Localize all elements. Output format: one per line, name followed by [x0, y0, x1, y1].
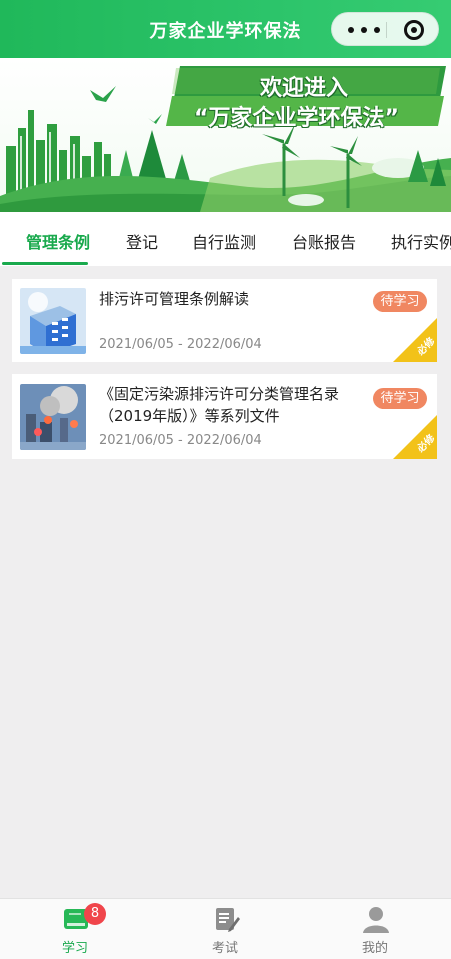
miniprogram-capsule [331, 12, 439, 46]
app-header: 万家企业学环保法 [0, 0, 451, 58]
welcome-banner[interactable]: 欢迎进入 “万家企业学环保法” [0, 58, 451, 212]
nav-exam-label: 考试 [211, 941, 238, 956]
bottom-tab-bar: 8 学习 考试 我的 [0, 898, 451, 959]
course-card[interactable]: 排污许可管理条例解读 2021/06/05 - 2022/06/04 待学习 必… [12, 279, 437, 362]
required-ribbon: 必修 [393, 415, 437, 459]
tab-registration[interactable]: 登记 [126, 229, 158, 253]
building-document-icon [20, 288, 86, 354]
tab-ledger-report[interactable]: 台账报告 [292, 229, 356, 253]
course-date-range: 2021/06/05 - 2022/06/04 [99, 433, 262, 448]
category-tabs: 管理条例 登记 自行监测 台账报告 执行实例 [0, 212, 451, 266]
exam-edit-icon [212, 905, 240, 933]
nav-study-label: 学习 [61, 941, 88, 956]
course-title: 排污许可管理条例解读 [99, 290, 250, 308]
course-date-range: 2021/06/05 - 2022/06/04 [99, 337, 262, 352]
banner-program-name: “万家企业学环保法” [194, 106, 399, 131]
banner-title: 欢迎进入 “万家企业学环保法” [172, 66, 446, 136]
status-badge: 待学习 [373, 388, 427, 409]
nav-profile-label: 我的 [361, 941, 388, 956]
pollution-factory-icon [20, 384, 86, 450]
nav-exam[interactable]: 考试 [150, 899, 300, 959]
nav-profile[interactable]: 我的 [300, 899, 450, 959]
banner-welcome-text: 欢迎进入 [260, 76, 349, 101]
active-tab-indicator [2, 262, 88, 265]
tab-management-regulations[interactable]: 管理条例 [26, 229, 90, 253]
nav-study[interactable]: 8 学习 [0, 899, 150, 959]
capsule-divider [386, 22, 387, 38]
status-badge: 待学习 [373, 291, 427, 312]
course-title: 《固定污染源排污许可分类管理名录（2019年版）》等系列文件 [99, 385, 340, 425]
required-ribbon: 必修 [393, 318, 437, 362]
more-options-icon[interactable] [348, 27, 380, 33]
notification-badge: 8 [84, 903, 106, 925]
user-icon [362, 905, 390, 933]
course-card[interactable]: 《固定污染源排污许可分类管理名录（2019年版）》等系列文件 2021/06/0… [12, 374, 437, 459]
close-miniprogram-icon[interactable] [404, 20, 424, 40]
tab-self-monitoring[interactable]: 自行监测 [192, 229, 256, 253]
tab-enforcement-examples[interactable]: 执行实例 [391, 229, 451, 253]
